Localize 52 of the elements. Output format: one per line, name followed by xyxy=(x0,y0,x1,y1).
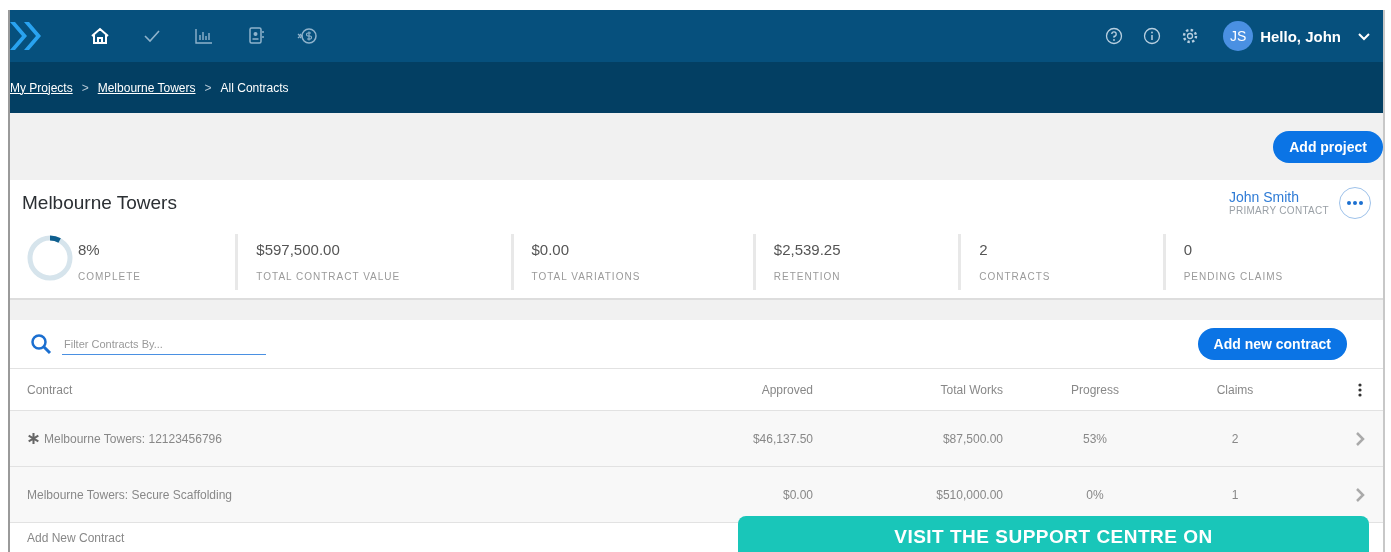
stat-label: COMPLETE xyxy=(78,271,141,282)
dollar-coin-icon[interactable] xyxy=(297,25,319,47)
column-header: Total Works xyxy=(939,382,1003,397)
breadcrumb-link[interactable]: Melbourne Towers xyxy=(97,80,196,95)
column-header: Progress xyxy=(1070,382,1120,397)
chevron-right-icon[interactable] xyxy=(1355,486,1365,503)
stat-label: PENDING CLAIMS xyxy=(1183,271,1285,282)
search-icon xyxy=(30,333,52,355)
table-cell: Melbourne Towers: 12123456796 xyxy=(44,431,222,446)
stat-label: CONTRACTS xyxy=(979,271,1052,282)
stat-value: $2,539.25 xyxy=(773,241,842,258)
add-project-button[interactable]: Add project xyxy=(1273,130,1383,163)
column-header: Claims xyxy=(1215,382,1255,397)
column-menu-icon[interactable] xyxy=(1358,382,1362,397)
stat-value: $0.00 xyxy=(531,241,571,258)
more-icon xyxy=(1347,200,1363,205)
table-cell-text: $510,000.00 xyxy=(935,487,1003,502)
table-cell-text: 1 xyxy=(1230,487,1240,502)
column-header: Approved xyxy=(760,382,813,397)
progress-value: 8% xyxy=(78,241,101,258)
column-header: Contract xyxy=(27,382,74,397)
project-title: Melbourne Towers xyxy=(22,191,178,214)
help-icon[interactable] xyxy=(1105,27,1124,45)
table-cell-text: 53% xyxy=(1082,431,1108,446)
table-cell-text: $0.00 xyxy=(781,487,813,502)
chevron-right-icon[interactable] xyxy=(1355,430,1365,447)
stat-value: 2 xyxy=(979,241,989,258)
home-icon[interactable] xyxy=(89,25,111,47)
add-contract-button[interactable]: Add new contract xyxy=(1197,328,1347,360)
breadcrumb-current: All Contracts xyxy=(220,80,289,95)
table-cell-text: 2 xyxy=(1230,431,1240,446)
info-icon[interactable] xyxy=(1143,27,1162,45)
add-contract-link[interactable]: Add New Contract xyxy=(27,531,125,545)
progress-ring xyxy=(26,233,74,282)
avatar[interactable]: JS xyxy=(1223,21,1254,51)
settings-icon[interactable] xyxy=(1181,27,1200,45)
breadcrumb-separator: > xyxy=(204,80,212,95)
breadcrumb-separator: > xyxy=(81,80,89,95)
breadcrumb-link[interactable]: My Projects xyxy=(10,80,73,95)
table-cell-text: $46,137.50 xyxy=(751,431,813,446)
more-button[interactable] xyxy=(1339,186,1371,219)
contact-name[interactable]: John Smith xyxy=(1228,189,1299,205)
stat-value: 0 xyxy=(1183,241,1193,258)
contact-role: PRIMARY CONTACT xyxy=(1228,205,1329,216)
user-greeting[interactable]: Hello, John xyxy=(1260,27,1341,45)
stat-label: TOTAL CONTRACT VALUE xyxy=(256,271,402,282)
table-cell-text: 0% xyxy=(1085,487,1105,502)
stat-label: TOTAL VARIATIONS xyxy=(531,271,642,282)
stat-value: $597,500.00 xyxy=(256,241,341,258)
table-cell-text: $87,500.00 xyxy=(941,431,1003,446)
stat-label: RETENTION xyxy=(773,271,842,282)
table-cell: Melbourne Towers: Secure Scaffolding xyxy=(27,487,232,502)
